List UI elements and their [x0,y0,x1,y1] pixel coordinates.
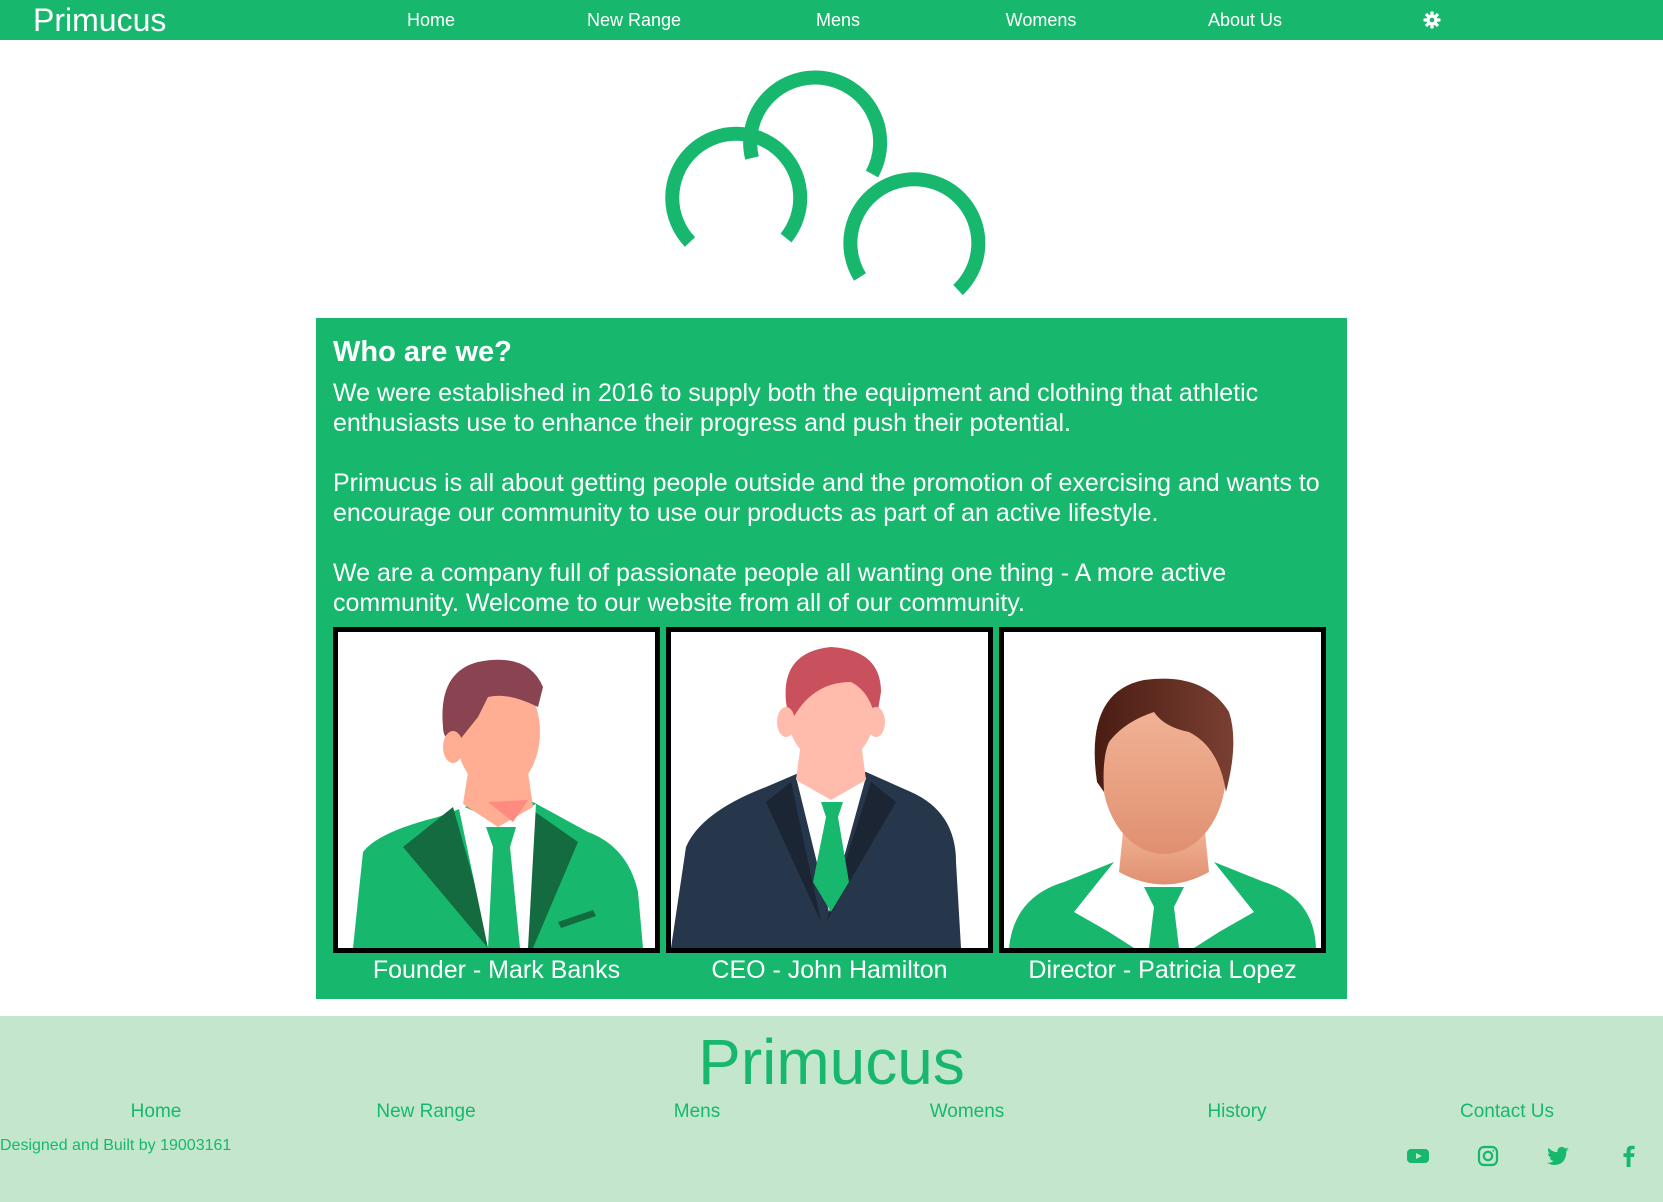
nav-item-mens[interactable]: Mens [816,0,860,40]
footer: Primucus Home New Range Mens Womens Hist… [0,1016,1663,1202]
nav-item-womens[interactable]: Womens [1006,0,1077,40]
instagram-icon[interactable] [1476,1144,1500,1168]
nav-item-home[interactable]: Home [407,0,455,40]
footer-link-history[interactable]: History [1207,1100,1266,1124]
nav-item-new-range[interactable]: New Range [587,0,681,40]
about-card: Who are we? We were established in 2016 … [316,318,1347,999]
footer-link-home[interactable]: Home [131,1100,182,1124]
about-title: Who are we? [333,336,512,368]
about-paragraph-1: We were established in 2016 to supply bo… [333,379,1259,437]
man-green-suit-avatar [338,632,655,948]
team-caption-founder: Founder - Mark Banks [372,956,621,984]
three-rings-logo [660,66,1000,306]
man-navy-suit-avatar [671,632,988,948]
gear-icon[interactable] [1422,10,1442,30]
top-navbar: Primucus Home New Range Mens Womens Abou… [0,0,1663,40]
footer-link-new-range[interactable]: New Range [376,1100,475,1124]
person-green-collar-avatar [1004,632,1321,948]
nav-item-about-us[interactable]: About Us [1208,0,1282,40]
team-card-ceo: CEO - John Hamilton [666,627,993,985]
team-caption-director: Director - Patricia Lopez [1028,956,1297,984]
team-card-founder: Founder - Mark Banks [333,627,660,985]
team-photo-frame [666,627,993,953]
twitter-icon[interactable] [1546,1144,1570,1168]
team-card-director: Director - Patricia Lopez [999,627,1326,985]
footer-link-mens[interactable]: Mens [674,1100,720,1124]
team-photo-frame [999,627,1326,953]
about-paragraph-2: Primucus is all about getting people out… [333,469,1320,527]
footer-credit: Designed and Built by 19003161 [0,1137,232,1154]
about-paragraph-3: We are a company full of passionate peop… [333,559,1227,617]
footer-link-contact-us[interactable]: Contact Us [1460,1100,1554,1124]
team-photo-frame [333,627,660,953]
facebook-icon[interactable] [1617,1144,1641,1168]
youtube-icon[interactable] [1406,1144,1430,1168]
footer-brand: Primucus [698,1026,965,1098]
team-caption-ceo: CEO - John Hamilton [711,956,948,984]
footer-link-womens[interactable]: Womens [930,1100,1005,1124]
brand-logo-link[interactable]: Primucus [33,1,166,39]
